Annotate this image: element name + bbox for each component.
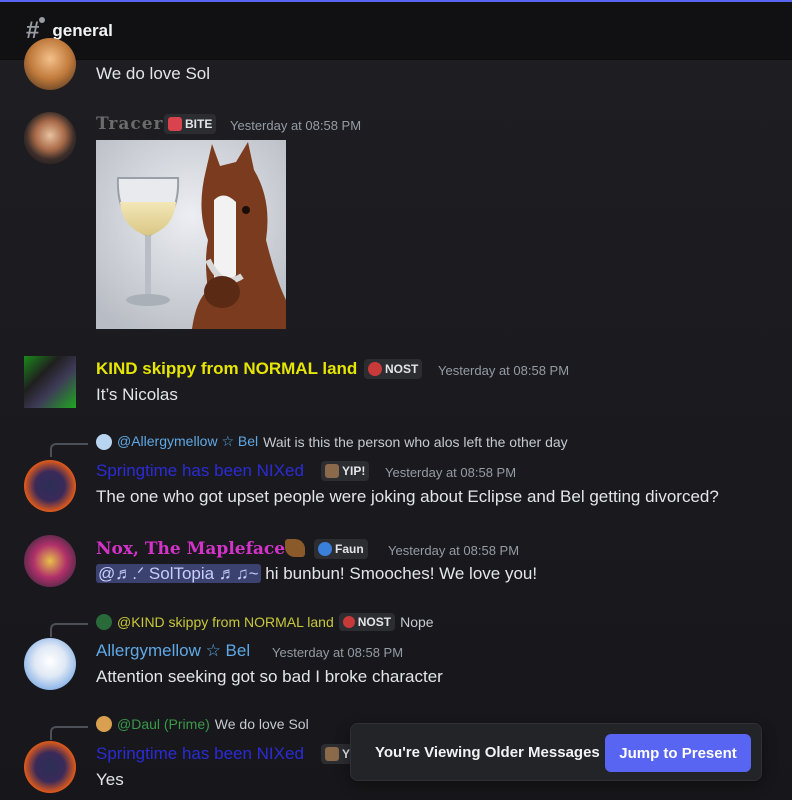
timestamp: Yesterday at 08:58 PM bbox=[438, 363, 570, 378]
attachment-image[interactable] bbox=[96, 140, 286, 329]
avatar[interactable] bbox=[24, 356, 76, 408]
author-name[interactable]: Springtime has been NIXed bbox=[96, 461, 304, 481]
role-tag: NOST bbox=[338, 613, 396, 631]
role-tag: NOST bbox=[364, 359, 423, 379]
reply-spine bbox=[50, 726, 88, 740]
avatar[interactable] bbox=[24, 112, 76, 164]
message-text: It’s Nicolas bbox=[96, 385, 178, 404]
author-name[interactable]: Allergymellow ☆ Bel bbox=[96, 641, 250, 661]
message-list[interactable]: We do love Sol Tracer BITE Yesterday at … bbox=[0, 38, 792, 800]
avatar[interactable] bbox=[24, 741, 76, 793]
nost-icon bbox=[342, 616, 355, 628]
avatar[interactable] bbox=[24, 38, 76, 90]
reply-spine bbox=[50, 443, 88, 457]
reply-spine bbox=[50, 623, 88, 637]
channel-name: general bbox=[52, 20, 113, 40]
channel-mention[interactable]: @♬.ᐟ SolTopia ♬♫~ bbox=[96, 564, 261, 583]
reply-preview[interactable]: @Allergymellow ☆ Bel Wait is this the pe… bbox=[96, 433, 568, 450]
timestamp: Yesterday at 08:58 PM bbox=[388, 543, 520, 558]
reply-avatar bbox=[96, 614, 112, 630]
jump-to-present-button[interactable]: Jump to Present bbox=[605, 734, 751, 772]
message-text: @♬.ᐟ SolTopia ♬♫~ hi bunbun! Smooches! W… bbox=[96, 564, 538, 583]
yip-icon bbox=[325, 747, 339, 761]
avatar[interactable] bbox=[24, 535, 76, 587]
avatar[interactable] bbox=[24, 460, 76, 512]
role-tag: Faun bbox=[314, 539, 368, 559]
moon-icon bbox=[318, 542, 332, 556]
message-text: The one who got upset people were joking… bbox=[96, 487, 719, 506]
timestamp: Yesterday at 08:58 PM bbox=[272, 645, 404, 660]
timestamp: Yesterday at 08:58 PM bbox=[230, 118, 362, 133]
message-text: Yes bbox=[96, 770, 124, 789]
author-name[interactable]: Nox, The Mapleface bbox=[96, 539, 285, 559]
reply-avatar bbox=[96, 433, 112, 450]
horse-wine-image bbox=[96, 140, 286, 329]
timestamp: Yesterday at 08:58 PM bbox=[385, 465, 517, 480]
older-messages-bar: You're Viewing Older Messages Jump to Pr… bbox=[350, 723, 762, 781]
author-name[interactable]: Springtime has been NIXed bbox=[96, 744, 304, 764]
bite-icon bbox=[168, 117, 182, 131]
hawk-emoji bbox=[285, 539, 305, 557]
reply-preview[interactable]: @KIND skippy from NORMAL land NOST Nope bbox=[96, 613, 434, 631]
message-text: Attention seeking got so bad I broke cha… bbox=[96, 667, 443, 686]
role-tag: YIP! bbox=[321, 461, 370, 481]
role-tag: BITE bbox=[164, 114, 217, 134]
reply-avatar bbox=[96, 716, 112, 732]
yip-icon bbox=[325, 464, 339, 478]
channel-header: # general bbox=[0, 2, 792, 60]
author-name[interactable]: KIND skippy from NORMAL land bbox=[96, 359, 357, 379]
nost-icon bbox=[368, 362, 382, 376]
reply-preview[interactable]: @Daul (Prime) We do love Sol bbox=[96, 716, 309, 732]
older-messages-text: You're Viewing Older Messages bbox=[375, 743, 600, 761]
author-name[interactable]: Tracer bbox=[96, 114, 164, 134]
avatar[interactable] bbox=[24, 638, 76, 690]
message-text: We do love Sol bbox=[96, 64, 211, 83]
